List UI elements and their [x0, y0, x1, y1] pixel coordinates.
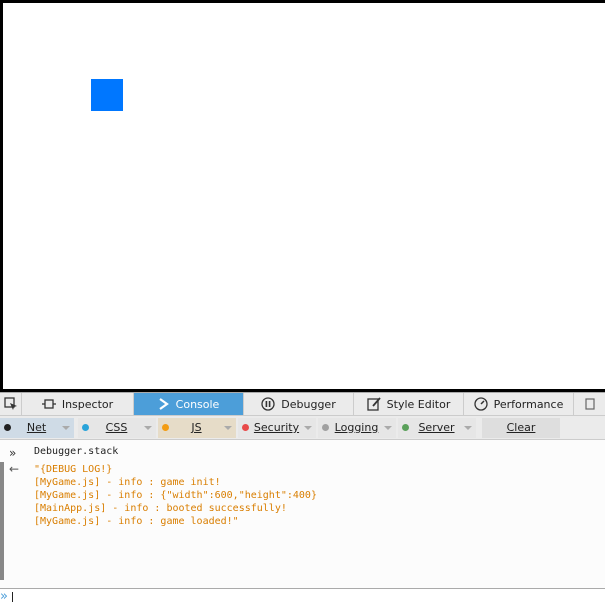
chevron-down-icon	[384, 425, 392, 430]
result-arrow-icon: ←	[9, 462, 20, 476]
filter-css[interactable]: CSS	[78, 417, 156, 438]
filter-label: JS	[191, 421, 202, 434]
chevron-down-icon	[62, 425, 70, 430]
filter-server[interactable]: Server	[398, 417, 476, 438]
tab-debugger[interactable]: Debugger	[244, 393, 354, 415]
tab-label: Console	[175, 397, 220, 411]
security-dot-icon	[242, 424, 249, 431]
prompt-icon: »	[0, 589, 8, 604]
tab-label: Inspector	[61, 397, 114, 411]
filter-label: Server	[418, 421, 455, 434]
tab-overflow[interactable]	[574, 393, 605, 415]
filter-label: Net	[26, 421, 47, 434]
input-marker-icon: »	[9, 446, 16, 460]
filter-label: Logging	[334, 421, 379, 434]
console-icon	[159, 398, 169, 410]
console-input-echo: Debugger.stack	[34, 446, 119, 457]
tab-label: Style Editor	[386, 397, 451, 411]
element-picker-button[interactable]	[0, 393, 22, 415]
toolbox-tabbar: Inspector Console Debugger Style Editor	[0, 392, 605, 416]
tab-performance[interactable]: Performance	[464, 393, 574, 415]
server-dot-icon	[402, 424, 409, 431]
game-canvas[interactable]	[0, 0, 605, 392]
css-dot-icon	[82, 424, 89, 431]
element-picker-icon	[3, 397, 17, 410]
inspector-icon	[41, 399, 56, 409]
tab-style-editor[interactable]: Style Editor	[354, 393, 464, 415]
filter-js[interactable]: JS	[158, 417, 236, 438]
text-caret	[12, 592, 13, 602]
console-command-line[interactable]: »	[0, 588, 605, 604]
tab-label: Debugger	[281, 397, 336, 411]
tab-console[interactable]: Console	[134, 393, 244, 415]
tab-label: Performance	[493, 397, 564, 411]
logging-dot-icon	[322, 424, 329, 431]
result-gutter	[0, 462, 4, 580]
page-icon	[584, 398, 595, 410]
clear-button[interactable]: Clear	[482, 417, 560, 438]
performance-icon	[473, 397, 488, 411]
devtools-panel: Inspector Console Debugger Style Editor	[0, 392, 605, 604]
js-dot-icon	[162, 424, 169, 431]
chevron-down-icon	[224, 425, 232, 430]
filter-label: Security	[253, 421, 300, 434]
chevron-down-icon	[304, 425, 312, 430]
tab-inspector[interactable]: Inspector	[22, 393, 134, 415]
chevron-down-icon	[464, 425, 472, 430]
filter-logging[interactable]: Logging	[318, 417, 396, 438]
game-sprite	[91, 79, 123, 111]
console-output: » Debugger.stack ← "{DEBUG LOG!} [MyGame…	[0, 440, 605, 588]
console-filter-bar: Net CSS JS Security Logging Server Clear	[0, 416, 605, 440]
net-dot-icon	[4, 424, 11, 431]
chevron-down-icon	[144, 425, 152, 430]
filter-net[interactable]: Net	[0, 417, 74, 438]
filter-security[interactable]: Security	[238, 417, 316, 438]
console-result-text: "{DEBUG LOG!} [MyGame.js] - info : game …	[34, 464, 317, 527]
debugger-icon	[261, 397, 275, 411]
style-editor-icon	[367, 397, 381, 411]
filter-label: CSS	[105, 421, 128, 434]
